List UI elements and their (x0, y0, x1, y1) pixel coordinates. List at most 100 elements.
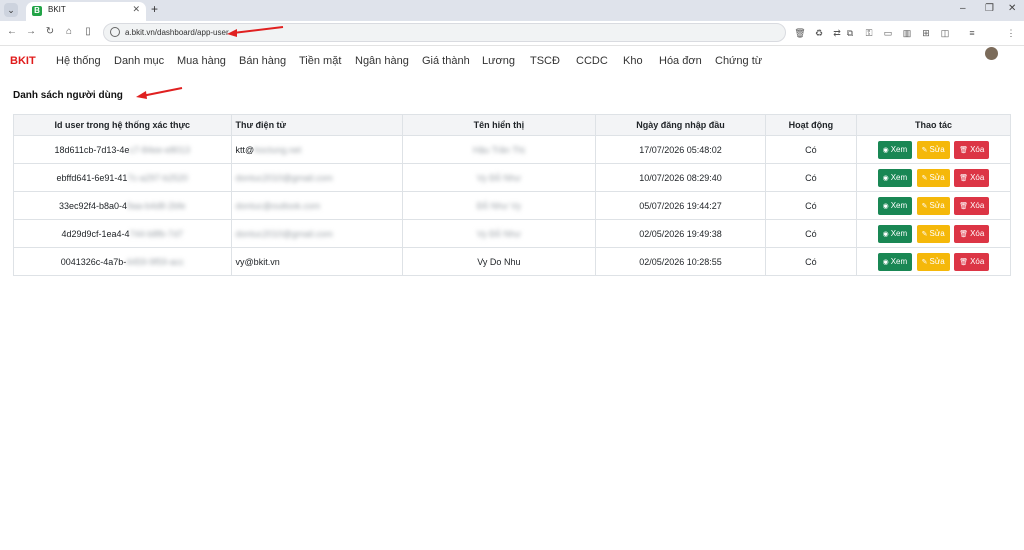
trash-icon: 🗑 (959, 230, 969, 238)
nav-mua-hang[interactable]: Mua hàng (177, 55, 226, 67)
delete-button[interactable]: 🗑 Xóa (954, 168, 990, 187)
reader-icon[interactable]: ▥ (900, 26, 914, 40)
nav-hoa-don[interactable]: Hóa đơn (659, 55, 702, 67)
recycle-icon[interactable]: ♻ (812, 26, 826, 40)
delete-button[interactable]: 🗑 Xóa (954, 252, 990, 271)
cell-id: 0041326c-4a7b-4459-9f59-acc (13, 247, 232, 276)
nav-danh-muc[interactable]: Danh mục (114, 55, 164, 67)
key-icon[interactable]: ⚿ (862, 26, 876, 40)
cell-id: 18d611cb-7d13-4ec7-84ee-e8013 (13, 135, 232, 164)
nav-ngan-hang[interactable]: Ngân hàng (355, 55, 409, 67)
eye-icon: ◉ (882, 146, 889, 154)
table-row: 4d29d9cf-1ea4-4744-b8fb-7d7 dontuc2010@g… (13, 219, 1012, 248)
restore-icon[interactable]: ❐ (985, 3, 994, 14)
nav-chung-tu[interactable]: Chứng từ (715, 55, 762, 67)
cell-actions: ◉ Xem ✎ Sửa 🗑 Xóa (855, 135, 1012, 164)
browser-toolbar: ← → ↻ ⌂ ▯ a.bkit.vn/dashboard/app-user 🗑… (0, 21, 1024, 60)
cell-active: Có (764, 219, 857, 248)
site-info-icon[interactable] (110, 27, 120, 37)
cell-id: ebffd641-6e91-417c-a297-b2520 (13, 163, 232, 192)
nav-luong[interactable]: Lương (482, 55, 515, 67)
nav-gia-thanh[interactable]: Giá thành (422, 55, 470, 67)
nav-tscd[interactable]: TSCĐ (530, 55, 560, 67)
view-button[interactable]: ◉ Xem (877, 252, 913, 271)
view-button[interactable]: ◉ Xem (877, 196, 913, 215)
delete-button[interactable]: 🗑 Xóa (954, 140, 990, 159)
cell-email: dontuc@outlook.com (230, 191, 403, 220)
split-icon[interactable]: ◫ (938, 26, 952, 40)
playlist-icon[interactable]: ≡ (965, 26, 979, 40)
pencil-icon: ✎ (921, 174, 928, 182)
nav-he-thong[interactable]: Hệ thống (56, 55, 101, 67)
close-icon[interactable]: ✕ (132, 4, 140, 15)
table-row: 18d611cb-7d13-4ec7-84ee-e8013 ktt@hoctun… (13, 135, 1012, 164)
nav-tien-mat[interactable]: Tiền mặt (299, 55, 341, 67)
nav-kho[interactable]: Kho (623, 55, 643, 67)
cell-actions: ◉ Xem ✎ Sửa 🗑 Xóa (855, 219, 1012, 248)
delete-button[interactable]: 🗑 Xóa (954, 196, 990, 215)
minimize-icon[interactable]: – (960, 3, 966, 14)
browser-tab-bar: ⌄ B BKIT ✕ + – ❐ ✕ (0, 0, 1024, 21)
edit-button[interactable]: ✎ Sửa (916, 196, 950, 215)
cell-display-name: Đỗ Như Vy (401, 191, 597, 220)
back-icon[interactable]: ← (5, 26, 19, 37)
col-id: Id user trong hệ thống xác thực (13, 114, 232, 136)
view-button[interactable]: ◉ Xem (877, 224, 913, 243)
favicon-icon: B (32, 6, 42, 16)
view-button[interactable]: ◉ Xem (877, 168, 913, 187)
pencil-icon: ✎ (921, 258, 928, 266)
edit-button[interactable]: ✎ Sửa (916, 168, 950, 187)
trash-ext-icon[interactable]: 🗑 (793, 26, 807, 40)
page-title: Danh sách người dùng (13, 90, 123, 101)
puzzle-icon[interactable]: ⊞ (919, 26, 933, 40)
trash-icon: 🗑 (959, 258, 969, 266)
users-table: Id user trong hệ thống xác thực Thư điện… (13, 114, 1012, 276)
window-close-icon[interactable]: ✕ (1008, 3, 1016, 14)
forward-icon[interactable]: → (24, 26, 38, 37)
eye-icon: ◉ (882, 258, 889, 266)
pencil-icon: ✎ (921, 230, 928, 238)
tab-title: BKIT (48, 5, 66, 14)
table-row: ebffd641-6e91-417c-a297-b2520 dontuc2010… (13, 163, 1012, 192)
delete-button[interactable]: 🗑 Xóa (954, 224, 990, 243)
tab-search-icon[interactable]: ⌄ (4, 3, 18, 17)
extensions-icon[interactable]: ⧉ (843, 26, 857, 40)
cell-active: Có (764, 135, 857, 164)
table-row: 33ec92f4-b8a0-49aa-b4d8-2bfe dontuc@outl… (13, 191, 1012, 220)
translate-icon[interactable]: ⇄ (830, 26, 844, 40)
plus-icon[interactable]: + (151, 2, 158, 16)
cell-active: Có (764, 247, 857, 276)
col-active: Hoạt động (764, 114, 857, 136)
cell-display-name: Vy Đỗ Như (401, 219, 597, 248)
cell-email: ktt@hoctung.net (230, 135, 403, 164)
card-icon[interactable]: ▭ (881, 26, 895, 40)
trash-icon: 🗑 (959, 174, 969, 182)
nav-ban-hang[interactable]: Bán hàng (239, 55, 286, 67)
home-icon[interactable]: ⌂ (62, 26, 76, 37)
cell-first-login: 02/05/2026 19:49:38 (595, 219, 766, 248)
pencil-icon: ✎ (921, 146, 928, 154)
view-button[interactable]: ◉ Xem (877, 140, 913, 159)
col-email: Thư điện tử (230, 114, 403, 136)
cell-actions: ◉ Xem ✎ Sửa 🗑 Xóa (855, 191, 1012, 220)
browser-tab[interactable]: B BKIT ✕ (26, 2, 146, 21)
nav-ccdc[interactable]: CCDC (576, 55, 608, 67)
edit-button[interactable]: ✎ Sửa (916, 224, 950, 243)
reload-icon[interactable]: ↻ (43, 26, 57, 37)
url-text[interactable]: a.bkit.vn/dashboard/app-user (125, 28, 229, 37)
edit-button[interactable]: ✎ Sửa (916, 140, 950, 159)
eye-icon: ◉ (882, 230, 889, 238)
cell-active: Có (764, 191, 857, 220)
edit-button[interactable]: ✎ Sửa (916, 252, 950, 271)
cell-active: Có (764, 163, 857, 192)
cell-display-name: Vy Do Nhu (401, 247, 597, 276)
table-row: 0041326c-4a7b-4459-9f59-acc vy@bkit.vn V… (13, 247, 1012, 276)
more-icon[interactable]: ⋮ (1004, 26, 1018, 40)
sidebar-icon[interactable]: ▯ (81, 26, 95, 37)
address-bar[interactable]: a.bkit.vn/dashboard/app-user (103, 23, 786, 42)
eye-icon: ◉ (882, 202, 889, 210)
brand-logo[interactable]: BKIT (10, 55, 36, 67)
cell-email: dontuc2010@gmail.com (230, 163, 403, 192)
cell-first-login: 17/07/2026 05:48:02 (595, 135, 766, 164)
eye-icon: ◉ (882, 174, 889, 182)
